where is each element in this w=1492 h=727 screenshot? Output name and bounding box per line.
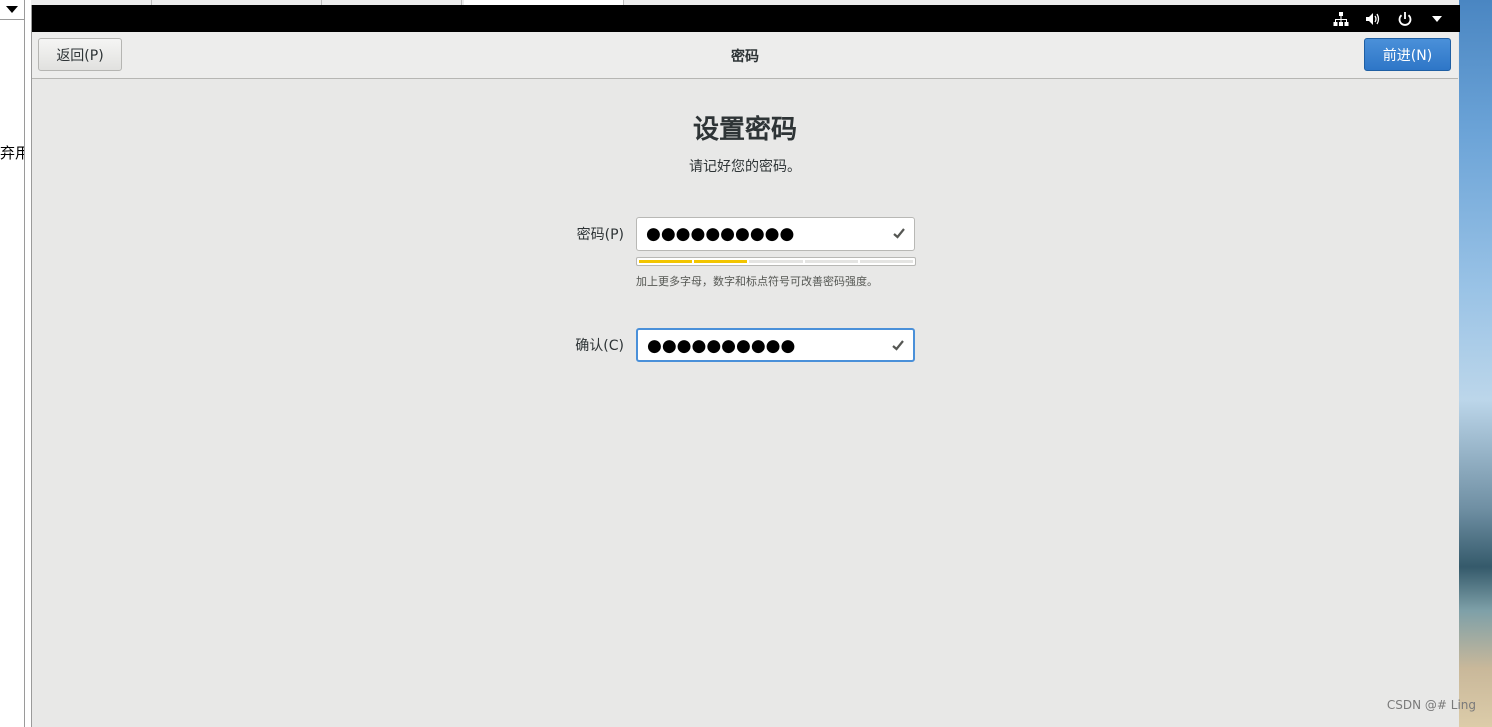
strength-segment bbox=[749, 260, 803, 263]
page-title: 设置密码 bbox=[692, 115, 797, 145]
strength-segment bbox=[639, 260, 693, 263]
check-icon bbox=[893, 228, 905, 239]
strength-segment bbox=[859, 260, 914, 263]
host-side-panel: 弃用 bbox=[0, 0, 25, 727]
password-strength-bar bbox=[636, 257, 916, 266]
volume-icon[interactable] bbox=[1364, 10, 1382, 28]
host-dropdown-button[interactable] bbox=[0, 0, 24, 20]
installer-window: 返回(P) 密码 前进(N) 设置密码 请记好您的密码。 密码(P) ●●●●●… bbox=[31, 5, 1460, 727]
password-value: ●●●●●●●●●● bbox=[646, 224, 795, 244]
header-bar: 返回(P) 密码 前进(N) bbox=[32, 32, 1458, 79]
check-icon bbox=[892, 340, 904, 351]
host-truncated-text: 弃用 bbox=[0, 144, 24, 162]
system-top-bar bbox=[32, 5, 1460, 32]
power-icon[interactable] bbox=[1396, 10, 1414, 28]
menu-arrow-icon[interactable] bbox=[1428, 10, 1446, 28]
strength-segment bbox=[694, 260, 748, 263]
watermark: CSDN @# Ling bbox=[1386, 698, 1476, 712]
strength-hint: 加上更多字母，数字和标点符号可改善密码强度。 bbox=[636, 275, 878, 288]
password-label: 密码(P) bbox=[576, 227, 624, 243]
header-title: 密码 bbox=[731, 49, 759, 65]
page-subtitle: 请记好您的密码。 bbox=[689, 159, 801, 175]
password-field[interactable]: ●●●●●●●●●● bbox=[636, 217, 915, 251]
confirm-label: 确认(C) bbox=[575, 338, 624, 354]
confirm-password-field[interactable]: ●●●●●●●●●● bbox=[636, 328, 915, 362]
system-tray bbox=[1332, 9, 1446, 29]
strength-segment bbox=[804, 260, 858, 263]
chevron-down-icon bbox=[6, 6, 18, 13]
confirm-value: ●●●●●●●●●● bbox=[647, 336, 796, 356]
desktop-wallpaper bbox=[1459, 0, 1492, 727]
network-icon[interactable] bbox=[1332, 10, 1350, 28]
next-button[interactable]: 前进(N) bbox=[1364, 38, 1451, 71]
